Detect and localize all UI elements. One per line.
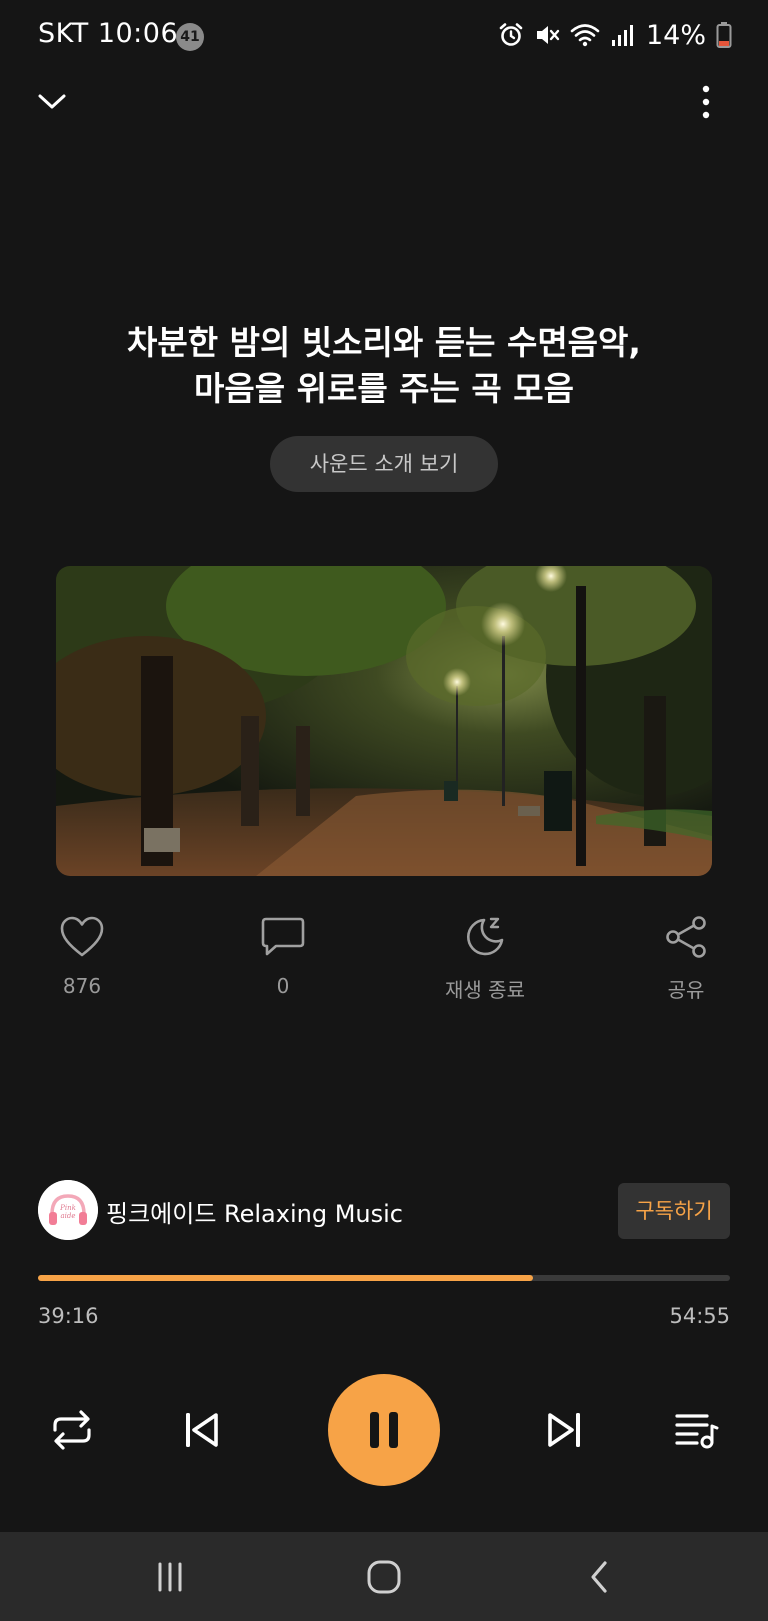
- total-time: 54:55: [669, 1304, 730, 1328]
- battery-percentage: 14%: [645, 19, 706, 51]
- alarm-icon: [499, 23, 523, 46]
- wifi-icon: [570, 24, 600, 47]
- playlist-icon: [675, 1414, 719, 1449]
- home-button[interactable]: [354, 1554, 414, 1600]
- pause-button[interactable]: [328, 1374, 440, 1486]
- skip-previous-icon: [186, 1413, 218, 1447]
- heart-icon: [60, 916, 104, 957]
- action-row: 876 0 재생 종료 공유: [0, 912, 768, 1002]
- channel-avatar[interactable]: Pink aide: [38, 1180, 98, 1240]
- track-title-line-1: 차분한 밤의 빗소리와 듣는 수면음악,: [127, 323, 641, 362]
- moon-sleep-icon: [467, 917, 504, 956]
- home-icon: [367, 1560, 401, 1594]
- comment-count: 0: [276, 974, 290, 998]
- channel-name[interactable]: 핑크에이드 Relaxing Music: [106, 1194, 403, 1229]
- sleep-timer-label: 재생 종료: [445, 978, 525, 1002]
- share-action[interactable]: 공유: [616, 912, 756, 1003]
- headphones-logo: Pink aide: [38, 1180, 98, 1240]
- like-count: 876: [62, 974, 102, 998]
- track-title-line-2: 마음을 위로를 주는 곡 모음: [194, 369, 574, 408]
- chevron-down-icon: [38, 94, 66, 109]
- recent-apps-button[interactable]: [140, 1554, 200, 1600]
- skip-next-icon: [548, 1413, 580, 1447]
- mute-icon: [536, 26, 560, 44]
- notification-count-badge: 41: [176, 23, 204, 51]
- subscribe-button[interactable]: 구독하기: [618, 1183, 730, 1239]
- more-options-button[interactable]: [696, 84, 716, 120]
- collapse-button[interactable]: [34, 84, 70, 120]
- share-icon: [666, 916, 706, 958]
- playlist-button[interactable]: [670, 1404, 722, 1456]
- system-navigation-bar: [0, 1532, 768, 1621]
- night-park-image: [56, 566, 712, 876]
- share-label: 공유: [667, 978, 705, 1002]
- back-icon: [591, 1561, 607, 1593]
- sound-intro-button[interactable]: 사운드 소개 보기: [270, 436, 498, 492]
- progress-fill: [38, 1275, 534, 1281]
- repeat-button[interactable]: [46, 1404, 98, 1456]
- repeat-icon: [53, 1410, 91, 1450]
- status-bar: SKT 10:06 41 14%: [0, 0, 768, 72]
- carrier-time: SKT 10:06: [38, 18, 179, 49]
- channel-row: Pink aide 핑크에이드 Relaxing Music 구독하기: [38, 1180, 730, 1240]
- comment-action[interactable]: 0: [213, 912, 353, 998]
- svg-text:Pink: Pink: [59, 1204, 76, 1212]
- elapsed-time: 39:16: [38, 1304, 99, 1328]
- more-vertical-icon: [702, 85, 710, 119]
- recent-apps-icon: [158, 1562, 182, 1592]
- comment-icon: [261, 917, 305, 956]
- progress-bar[interactable]: [38, 1275, 730, 1281]
- next-button[interactable]: [540, 1404, 592, 1456]
- pause-icon: [370, 1412, 398, 1448]
- album-artwork: [56, 566, 712, 876]
- track-title: 차분한 밤의 빗소리와 듣는 수면음악, 마음을 위로를 주는 곡 모음: [40, 320, 728, 412]
- battery-icon: [716, 22, 732, 48]
- previous-button[interactable]: [174, 1404, 226, 1456]
- back-button[interactable]: [570, 1554, 630, 1600]
- signal-icon: [611, 25, 633, 46]
- status-icons: 14%: [498, 18, 732, 52]
- sleep-timer-action[interactable]: 재생 종료: [415, 912, 555, 1003]
- svg-text:aide: aide: [60, 1212, 75, 1220]
- playback-controls: [0, 1374, 768, 1486]
- like-action[interactable]: 876: [12, 912, 152, 998]
